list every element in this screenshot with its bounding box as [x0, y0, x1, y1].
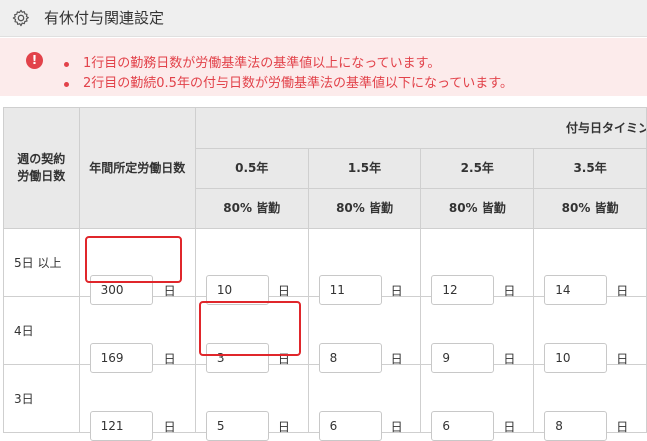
validation-alert: ! 1行目の勤務日数が労働基準法の基準値以上になっています。 2行目の勤続0.5…	[0, 38, 647, 96]
annual-days-input[interactable]	[89, 410, 153, 441]
grant-days-cell: 日	[533, 296, 647, 373]
annual-days-cell: 日	[78, 296, 196, 373]
grant-days-cell: 日	[420, 296, 535, 373]
unit-label: 日	[277, 283, 290, 298]
grant-days-input[interactable]	[544, 410, 608, 441]
grant-days-input[interactable]	[544, 274, 608, 305]
attendance-header: 80% 皆勤	[533, 188, 647, 229]
unit-label: 日	[616, 351, 629, 366]
table-row: 4日 日 日 日 日 日	[3, 296, 647, 373]
annual-days-cell: 日	[78, 364, 196, 441]
grant-days-input[interactable]	[544, 342, 608, 373]
grant-days-cell: 日	[533, 228, 647, 305]
grant-days-cell: 日	[533, 364, 647, 441]
grant-days-cell: 日	[194, 364, 309, 441]
settings-header: 有休付与関連設定	[0, 0, 647, 37]
period-header: 2.5年	[420, 148, 535, 189]
annual-days-input[interactable]	[89, 342, 153, 373]
unit-label: 日	[503, 283, 516, 298]
col-annual-days-header: 年間所定労働日数	[78, 107, 196, 229]
alert-message: 1行目の勤務日数が労働基準法の基準値以上になっています。	[62, 54, 513, 74]
grant-days-cell: 日	[307, 296, 422, 373]
grant-days-input[interactable]	[318, 410, 382, 441]
page-title: 有休付与関連設定	[44, 9, 165, 27]
alert-message-list: 1行目の勤務日数が労働基準法の基準値以上になっています。 2行目の勤続0.5年の…	[62, 54, 513, 94]
grant-days-input[interactable]	[431, 274, 495, 305]
alert-message: 2行目の勤続0.5年の付与日数が労働基準法の基準値以下になっています。	[62, 74, 513, 94]
unit-label: 日	[163, 351, 176, 366]
grant-days-cell: 日	[307, 228, 422, 305]
unit-label: 日	[163, 283, 176, 298]
grant-timing-label: 付与日タイミング	[565, 120, 646, 135]
unit-label: 日	[390, 283, 403, 298]
grant-days-input[interactable]	[205, 274, 269, 305]
table-row: 3日 日 日 日 日 日	[3, 364, 647, 441]
grant-days-input[interactable]	[318, 342, 382, 373]
grant-days-input[interactable]	[431, 342, 495, 373]
attendance-header: 80% 皆勤	[307, 188, 422, 229]
col-weekly-days-header: 週の契約 労働日数	[3, 107, 80, 229]
unit-label: 日	[277, 419, 290, 434]
exclamation-circle-icon: !	[26, 52, 43, 69]
grant-days-cell: 日	[420, 228, 535, 305]
grant-days-input[interactable]	[318, 274, 382, 305]
unit-label: 日	[163, 419, 176, 434]
gear-icon	[12, 9, 29, 27]
grant-days-input[interactable]	[205, 410, 269, 441]
grant-settings-table: 週の契約 労働日数 年間所定労働日数 付与日タイミング 0.5年 1.5年 2.…	[3, 107, 647, 441]
grant-days-cell: 日	[194, 228, 309, 305]
period-header: 1.5年	[307, 148, 422, 189]
grant-timing-header: 付与日タイミング	[194, 107, 647, 149]
period-header: 3.5年	[533, 148, 647, 189]
grant-days-input[interactable]	[205, 342, 269, 373]
row-label: 5日 以上	[3, 228, 80, 297]
unit-label: 日	[277, 351, 290, 366]
col-annual-days-label: 年間所定労働日数	[89, 160, 186, 175]
row-label: 3日	[3, 364, 80, 433]
attendance-header: 80% 皆勤	[420, 188, 535, 229]
grant-days-cell: 日	[307, 364, 422, 441]
annual-days-input[interactable]	[89, 274, 153, 305]
unit-label: 日	[390, 351, 403, 366]
unit-label: 日	[503, 351, 516, 366]
unit-label: 日	[503, 419, 516, 434]
unit-label: 日	[616, 419, 629, 434]
grant-days-cell: 日	[194, 296, 309, 373]
unit-label: 日	[616, 283, 629, 298]
col-weekly-days-label: 週の契約 労働日数	[17, 152, 66, 183]
period-header: 0.5年	[194, 148, 309, 189]
attendance-header: 80% 皆勤	[194, 188, 309, 229]
table-row: 5日 以上 日 日 日 日 日	[3, 228, 647, 305]
annual-days-cell: 日	[78, 228, 196, 305]
row-label: 4日	[3, 296, 80, 365]
unit-label: 日	[390, 419, 403, 434]
grant-days-input[interactable]	[431, 410, 495, 441]
grant-days-cell: 日	[420, 364, 535, 441]
